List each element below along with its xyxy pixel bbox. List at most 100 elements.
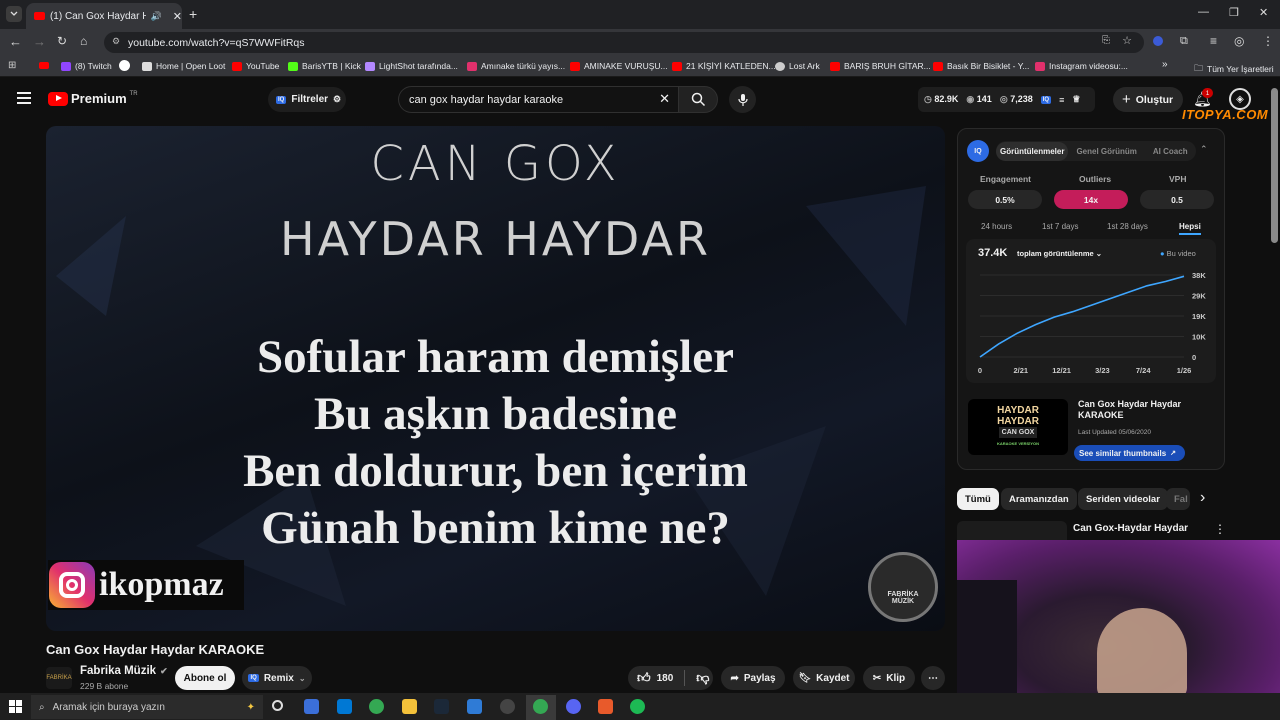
bookmark-item[interactable]: Amınake türkü yayıs...: [467, 61, 565, 71]
all-bookmarks[interactable]: 🗀 Tüm Yer İşaretleri: [1194, 61, 1274, 77]
close-tab-icon[interactable]: ✕: [173, 10, 182, 23]
chip-all[interactable]: Tümü: [957, 488, 999, 510]
extensions-icon[interactable]: ⧉: [1180, 35, 1188, 48]
range-all[interactable]: Hepsi: [1179, 222, 1201, 235]
chrome-icon[interactable]: [533, 699, 548, 714]
bookmark-star-icon[interactable]: ☆: [1122, 34, 1132, 47]
spotify-icon[interactable]: [630, 699, 645, 714]
bookmark-item[interactable]: AMINAKE VURUŞU...: [570, 61, 668, 71]
file-explorer-icon[interactable]: [402, 699, 417, 714]
lyric-line: Ben doldurur, ben içerim: [243, 445, 748, 497]
remix-button[interactable]: IQ Remix ⌄: [242, 666, 312, 690]
y-tick-label: 10K: [1192, 333, 1206, 342]
related-title[interactable]: Can Gox-Haydar Haydar: [1073, 523, 1188, 534]
bookmark-item[interactable]: Lost Ark: [775, 61, 820, 71]
range-28d[interactable]: 1st 28 days: [1107, 222, 1148, 231]
create-button[interactable]: + Oluştur: [1113, 87, 1183, 112]
clip-button[interactable]: ✂ Klip: [863, 666, 915, 690]
range-7d[interactable]: 1st 7 days: [1042, 222, 1078, 231]
bookmark-item[interactable]: YouTube: [232, 61, 279, 71]
scrollbar[interactable]: [1271, 88, 1278, 243]
chrome-icon[interactable]: [369, 699, 384, 714]
related-menu-icon[interactable]: ⋮: [1214, 522, 1226, 536]
forward-icon[interactable]: →: [33, 34, 46, 49]
bookmark-item[interactable]: Basık Bir Bisiklet - Y...: [933, 61, 1029, 71]
extension-icon[interactable]: [1153, 36, 1163, 46]
see-similar-button[interactable]: See similar thumbnails ↗: [1074, 445, 1185, 461]
chip-from-search[interactable]: Aramanızdan: [1001, 488, 1077, 510]
video-player[interactable]: CAN GOX HAYDAR HAYDAR Sofular haram demi…: [46, 126, 945, 631]
like-button[interactable]: 👍︎ 180: [637, 670, 673, 686]
youtube-logo[interactable]: Premium TR: [48, 91, 138, 106]
tab-overview[interactable]: Genel Görünüm: [1068, 147, 1144, 156]
youtube-bookmark-icon[interactable]: [39, 62, 49, 69]
new-tab-icon[interactable]: +: [189, 6, 197, 22]
voice-search-button[interactable]: [729, 86, 756, 113]
minimize-icon[interactable]: —: [1198, 6, 1209, 18]
app-icon[interactable]: [598, 699, 613, 714]
more-actions-icon[interactable]: ⋯: [921, 666, 945, 690]
bookmark-item[interactable]: BarisYTB | Kick: [288, 61, 361, 71]
search-button[interactable]: [678, 86, 718, 113]
dislike-button[interactable]: 👎︎: [696, 670, 709, 686]
install-icon[interactable]: ⎘: [1102, 35, 1110, 46]
windows-start-icon[interactable]: [9, 700, 22, 713]
tab-strip: (1) Can Gox Haydar Hayda 🔊 ✕ + — ❐ ✕: [0, 0, 1280, 29]
tab-views[interactable]: Görüntülenmeler: [996, 141, 1069, 161]
speaker-icon[interactable]: 🔊: [151, 11, 162, 22]
search-input[interactable]: can gox haydar haydar karaoke ✕: [398, 86, 678, 113]
discord-icon[interactable]: [566, 699, 581, 714]
collapse-icon[interactable]: ⌃: [1200, 144, 1208, 155]
maximize-icon[interactable]: ❐: [1229, 6, 1239, 19]
chip-more[interactable]: Fal: [1166, 488, 1190, 510]
store-icon[interactable]: [337, 699, 352, 714]
chip-series[interactable]: Seriden videolar: [1078, 488, 1168, 510]
sliders-icon: ⚙: [333, 94, 342, 104]
back-icon[interactable]: ←: [9, 34, 22, 49]
chair: [957, 580, 1017, 693]
channel-name[interactable]: Fabrika Müzik ✔: [80, 665, 168, 677]
range-24h[interactable]: 24 hours: [981, 222, 1012, 231]
bookmark-item[interactable]: Instagram videosu:...: [1035, 61, 1128, 71]
site-info-icon[interactable]: ⚙: [112, 36, 120, 47]
profile-icon[interactable]: ◎: [1234, 34, 1244, 48]
bookmark-item[interactable]: 21 KİŞİYİ KATLEDEN...: [672, 61, 776, 71]
bookmark-item[interactable]: BARIŞ BRUH GİTAR...: [830, 61, 931, 71]
more-bookmarks-icon[interactable]: »: [1162, 59, 1168, 70]
bookmark-item[interactable]: LightShot tarafında...: [365, 61, 458, 71]
share-button[interactable]: ➦ Paylaş: [721, 666, 785, 690]
tab-title: (1) Can Gox Haydar Hayda: [49, 10, 146, 22]
tab-ai-coach[interactable]: AI Coach: [1145, 147, 1196, 156]
filters-button[interactable]: IQ Filtreler ⚙: [268, 87, 346, 112]
bookmark-item[interactable]: Home | Open Loot: [142, 61, 225, 71]
save-icon: 🔖︎: [798, 672, 812, 684]
stats-widget[interactable]: ◷ 82.9K ◉ 141 ◎ 7,238 IQ ≡ ♕: [918, 87, 1095, 112]
reload-icon[interactable]: ↻: [57, 34, 67, 48]
omnibox[interactable]: ⚙ youtube.com/watch?v=qS7WWFitRqs ⎘ ☆: [104, 32, 1144, 53]
divider: [684, 670, 686, 686]
menu-icon[interactable]: ⋮: [1262, 34, 1274, 48]
chevron-right-icon[interactable]: ›: [1200, 489, 1205, 507]
google-icon[interactable]: [119, 60, 130, 71]
app-icon[interactable]: [304, 699, 319, 714]
reading-list-icon[interactable]: ≡: [1210, 34, 1217, 48]
close-window-icon[interactable]: ✕: [1259, 6, 1268, 19]
verified-icon: ✔: [160, 665, 168, 676]
taskbar-search[interactable]: ⌕ Aramak için buraya yazın ✦: [31, 695, 263, 719]
bookmark-item[interactable]: (8) Twitch: [61, 61, 112, 71]
tab-search-button[interactable]: [6, 6, 22, 22]
app-icon[interactable]: [467, 699, 482, 714]
subscribe-button[interactable]: Abone ol: [175, 666, 235, 690]
channel-avatar[interactable]: FABRİKA: [46, 667, 72, 689]
home-icon[interactable]: ⌂: [80, 34, 87, 48]
task-view-icon[interactable]: [272, 700, 283, 711]
hamburger-menu-icon[interactable]: [17, 92, 31, 104]
apps-icon[interactable]: ⊞: [8, 60, 16, 71]
browser-tab[interactable]: (1) Can Gox Haydar Hayda 🔊 ✕: [26, 3, 182, 29]
app-icon[interactable]: [500, 699, 515, 714]
steam-icon[interactable]: [434, 699, 449, 714]
clear-search-icon[interactable]: ✕: [659, 91, 670, 107]
save-button[interactable]: 🔖︎ Kaydet: [793, 666, 855, 690]
thumbnail[interactable]: HAYDAR HAYDAR CAN GOX KARAOKE VERSİYON: [968, 399, 1068, 455]
video-song-title: HAYDAR HAYDAR: [280, 212, 711, 266]
